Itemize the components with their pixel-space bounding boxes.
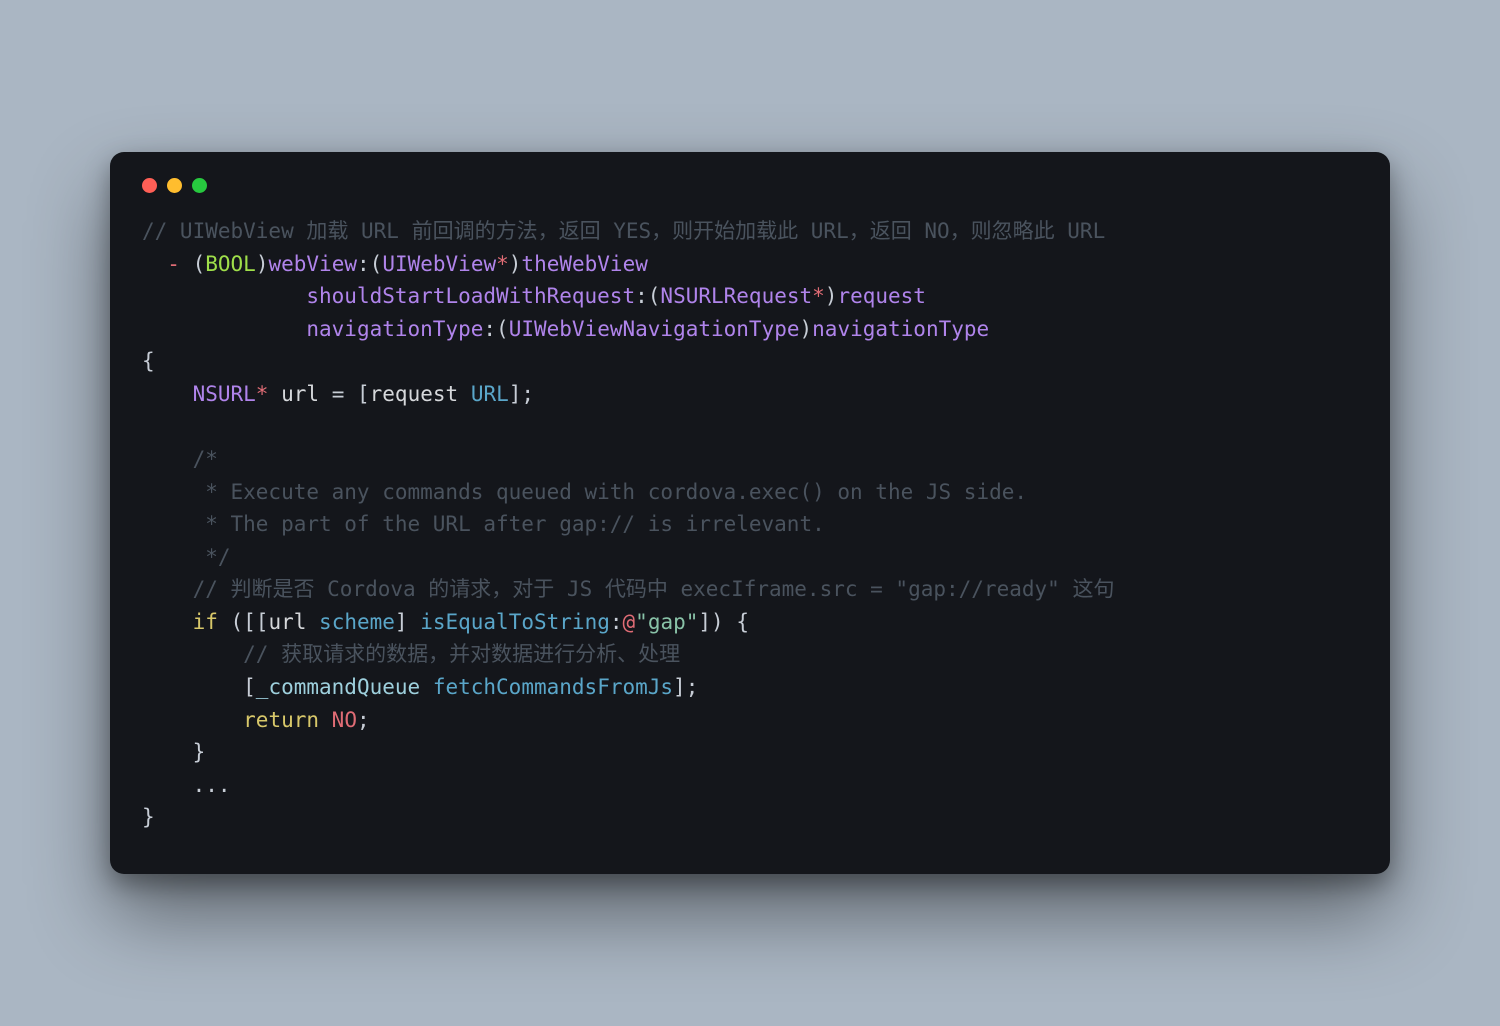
space <box>306 610 319 634</box>
indent <box>142 382 193 406</box>
brace-open: { <box>142 349 155 373</box>
const-no: NO <box>332 708 357 732</box>
paren: ( <box>496 317 509 341</box>
brace-close: } <box>142 805 155 829</box>
msg-isequal: isEqualToString <box>420 610 610 634</box>
paren: ( <box>370 252 383 276</box>
block-comment: * The part of the URL after gap:// is ir… <box>142 512 825 536</box>
bracket-semi: ]; <box>509 382 534 406</box>
block-comment: /* <box>142 447 218 471</box>
id-request: request <box>370 382 459 406</box>
paren: ) <box>509 252 522 276</box>
block-comment: * Execute any commands queued with cordo… <box>142 480 1027 504</box>
at-sign: @ <box>623 610 636 634</box>
type-nsurlrequest: NSURLRequest <box>660 284 812 308</box>
selector-webview: webView <box>268 252 357 276</box>
bracket: [ <box>357 382 370 406</box>
type-nsurl: NSURL <box>193 382 256 406</box>
comment-line: // 判断是否 Cordova 的请求，对于 JS 代码中 execIframe… <box>142 577 1114 601</box>
code-block: // UIWebView 加载 URL 前回调的方法，返回 YES，则开始加载此… <box>142 215 1358 833</box>
colon: : <box>635 284 648 308</box>
paren: ) <box>256 252 269 276</box>
objc-dash: - <box>167 252 180 276</box>
arg-navtype: navigationType <box>812 317 989 341</box>
comment-line: // UIWebView 加载 URL 前回调的方法，返回 YES，则开始加载此… <box>142 219 1105 243</box>
type-bool: BOOL <box>205 252 256 276</box>
paren: ( <box>648 284 661 308</box>
comment-line: // 获取请求的数据，并对数据进行分析、处理 <box>142 642 680 666</box>
kw-if: if <box>193 610 218 634</box>
if-open: ([[ <box>218 610 269 634</box>
if-close: ]) { <box>698 610 749 634</box>
minimize-icon[interactable] <box>167 178 182 193</box>
selector-shouldstart: shouldStartLoadWithRequest <box>306 284 635 308</box>
paren: ( <box>180 252 205 276</box>
colon: : <box>610 610 623 634</box>
semicolon: ; <box>357 708 370 732</box>
stage: // UIWebView 加载 URL 前回调的方法，返回 YES，则开始加载此… <box>0 0 1500 1026</box>
indent <box>142 708 243 732</box>
id-commandqueue: _commandQueue <box>256 675 420 699</box>
msg-url: URL <box>471 382 509 406</box>
equals: = <box>319 382 357 406</box>
string-gap: "gap" <box>635 610 698 634</box>
window-traffic-lights <box>142 178 1358 193</box>
colon: : <box>357 252 370 276</box>
star: * <box>812 284 825 308</box>
brace-close-inner: } <box>142 740 205 764</box>
id-url: url <box>268 610 306 634</box>
kw-return: return <box>243 708 319 732</box>
space <box>319 708 332 732</box>
star: * <box>496 252 509 276</box>
space <box>458 382 471 406</box>
msg-scheme: scheme <box>319 610 395 634</box>
type-navtype: UIWebViewNavigationType <box>509 317 800 341</box>
arg-request: request <box>837 284 926 308</box>
code-window: // UIWebView 加载 URL 前回调的方法，返回 YES，则开始加载此… <box>110 152 1390 873</box>
zoom-icon[interactable] <box>192 178 207 193</box>
space <box>420 675 433 699</box>
arg-thewebview: theWebView <box>521 252 647 276</box>
star: * <box>256 382 269 406</box>
indent <box>142 610 193 634</box>
ellipsis: ... <box>142 773 231 797</box>
paren: ) <box>800 317 813 341</box>
close-icon[interactable] <box>142 178 157 193</box>
colon: : <box>483 317 496 341</box>
type-uiwebview: UIWebView <box>382 252 496 276</box>
bracket: [ <box>142 675 256 699</box>
indent <box>142 317 306 341</box>
block-comment: */ <box>142 545 231 569</box>
id-url: url <box>281 382 319 406</box>
selector-navtype: navigationType <box>306 317 483 341</box>
msg-fetch: fetchCommandsFromJs <box>433 675 673 699</box>
bracket-semi: ]; <box>673 675 698 699</box>
indent <box>142 284 306 308</box>
paren: ) <box>825 284 838 308</box>
bracket-close: ] <box>395 610 420 634</box>
space <box>268 382 281 406</box>
